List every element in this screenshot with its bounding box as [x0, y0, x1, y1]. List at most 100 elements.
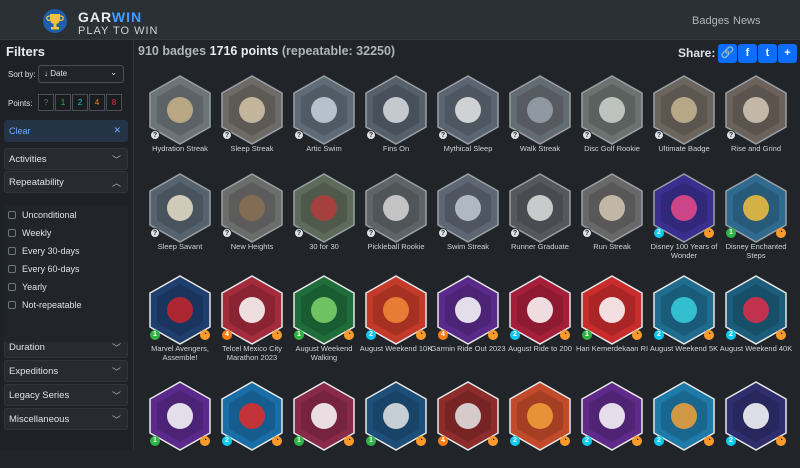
repeat-clock-icon: ◔ [776, 228, 786, 238]
badge-card[interactable]: ? Swim Streak [434, 172, 502, 260]
repeatability-option[interactable]: Unconditional [8, 210, 77, 220]
checkbox[interactable] [8, 211, 16, 219]
nav-badges-link[interactable]: Badges [692, 15, 729, 27]
filters-sidebar: Filters Sort by: ↓ Date ⌄ Points: ? 1 2 4 8 … [0, 40, 134, 450]
filter-section-legacy-series[interactable]: Legacy Series ﹀ [4, 384, 128, 406]
badge-card[interactable]: 2 ◔ [218, 380, 286, 468]
points-badge: ? [366, 130, 376, 140]
filter-section-label: Repeatability [9, 177, 64, 188]
badge-card[interactable]: 1 ◔ Marvel Avengers, Assemble! [146, 274, 214, 362]
badge-card[interactable]: 4 ◔ [434, 380, 502, 468]
filter-section-expeditions[interactable]: Expeditions ﹀ [4, 360, 128, 382]
badge-card[interactable]: ? Fins On [362, 74, 430, 162]
chevron-down-icon: ﹀ [111, 343, 121, 353]
badge-card[interactable]: 1 ◔ Disney Enchanted Steps [722, 172, 790, 260]
trophy-logo-icon[interactable] [42, 8, 68, 34]
repeat-clock-icon: ◔ [704, 436, 714, 446]
badge-label: August Weekend 5K [649, 344, 719, 353]
badge-label: Hari Kemerdekaan RI [575, 344, 649, 353]
badge-card[interactable]: 2 ◔ [650, 380, 718, 468]
summary-line: 910 badges 1716 points (repeatable: 3225… [138, 44, 395, 58]
badge-card[interactable]: ? Hydration Streak [146, 74, 214, 162]
badge-card[interactable]: 1 ◔ [146, 380, 214, 468]
filter-section-miscellaneous[interactable]: Miscellaneous ﹀ [4, 408, 128, 430]
repeatability-option[interactable]: Yearly [8, 282, 47, 292]
points-badge: 2 [654, 330, 664, 340]
repeatability-option-label: Weekly [22, 228, 52, 238]
badge-label: Sleep Savant [157, 242, 203, 251]
link-icon[interactable]: 🔗 [718, 44, 737, 63]
points-badge: ? [582, 130, 592, 140]
facebook-icon[interactable]: f [738, 44, 757, 63]
points-filter-8[interactable]: 8 [106, 94, 122, 111]
badge-card[interactable]: ? Rise and Grind [722, 74, 790, 162]
points-badge: ? [294, 130, 304, 140]
badge-card[interactable]: 1 ◔ Hari Kemerdekaan RI [576, 274, 648, 362]
badge-card[interactable]: ? 30 for 30 [290, 172, 358, 260]
repeat-clock-icon: ◔ [200, 330, 210, 340]
badge-card[interactable]: 1 ◔ [290, 380, 358, 468]
badge-card[interactable]: ? Sleep Streak [218, 74, 286, 162]
points-badge: 1 [726, 228, 736, 238]
badge-count: 910 badges [138, 44, 207, 58]
filter-section-repeatability[interactable]: Repeatability ︿ [4, 171, 128, 193]
badge-card[interactable]: 2 ◔ August Weekend 10K [360, 274, 432, 362]
points-filter-1[interactable]: 1 [55, 94, 71, 111]
checkbox[interactable] [8, 301, 16, 309]
filter-section-activities[interactable]: Activities ﹀ [4, 148, 128, 170]
badge-card[interactable]: 2 ◔ August Ride to 200 [506, 274, 574, 362]
badge-card[interactable]: 2 ◔ [578, 380, 646, 468]
checkbox[interactable] [8, 283, 16, 291]
points-filter-2[interactable]: 2 [72, 94, 88, 111]
twitter-icon[interactable]: t [758, 44, 777, 63]
repeat-clock-icon: ◔ [272, 436, 282, 446]
brand-tagline: PLAY TO WIN [78, 25, 159, 37]
points-filter-4[interactable]: 4 [89, 94, 105, 111]
badge-card[interactable]: ? Artic Swim [290, 74, 358, 162]
badge-label: 30 for 30 [309, 242, 339, 251]
badge-card[interactable]: ? Walk Streak [506, 74, 574, 162]
badge-card[interactable]: ? Ultimate Badge [650, 74, 718, 162]
close-icon[interactable]: ✕ [113, 125, 121, 136]
points-filter-unknown[interactable]: ? [38, 94, 54, 111]
badge-card[interactable]: 1 ◔ August Weekend Walking [290, 274, 358, 362]
badge-card[interactable]: ? Pickleball Rookie [362, 172, 430, 260]
badge-card[interactable]: 2 ◔ August Weekend 5K [650, 274, 718, 362]
badge-card[interactable]: 2 ◔ [506, 380, 574, 468]
points-badge: 2 [726, 330, 736, 340]
badge-card[interactable]: 1 ◔ [362, 380, 430, 468]
repeatability-option[interactable]: Weekly [8, 228, 51, 238]
repeat-clock-icon: ◔ [416, 330, 426, 340]
clear-filters-button[interactable]: Clear ✕ [4, 120, 128, 142]
repeatability-option[interactable]: Every 60-days [8, 264, 80, 274]
badge-card[interactable]: 2 ◔ [722, 380, 790, 468]
badge-card[interactable]: ? Disc Golf Rookie [578, 74, 646, 162]
filter-section-label: Legacy Series [9, 390, 70, 401]
badge-label: Sleep Streak [230, 144, 274, 153]
badge-card[interactable]: 2 ◔ Disney 100 Years of Wonder [650, 172, 718, 260]
badge-card[interactable]: ? Run Streak [578, 172, 646, 260]
badge-card[interactable]: 4 ◔ Garmin Ride Out 2023 [430, 274, 506, 362]
checkbox[interactable] [8, 265, 16, 273]
badge-card[interactable]: ? New Heights [218, 172, 286, 260]
badge-card[interactable]: ? Runner Graduate [506, 172, 574, 260]
sort-select[interactable]: ↓ Date ⌄ [38, 65, 124, 83]
badge-card[interactable]: ? Mythical Sleep [434, 74, 502, 162]
repeatability-option-label: Every 30-days [22, 246, 80, 256]
badge-label: Marvel Avengers, Assemble! [151, 344, 209, 362]
badge-label: August Weekend 40K [719, 344, 793, 353]
repeatability-option[interactable]: Not-repeatable [8, 300, 82, 310]
badge-card[interactable]: 2 ◔ August Weekend 40K [720, 274, 792, 362]
repeatability-option[interactable]: Every 30-days [8, 246, 80, 256]
points-badge: ? [222, 228, 232, 238]
repeat-clock-icon: ◔ [200, 436, 210, 446]
checkbox[interactable] [8, 247, 16, 255]
badge-label: August Weekend Walking [295, 344, 353, 362]
brand-name[interactable]: GARWIN [78, 9, 142, 25]
badge-card[interactable]: 4 ◔ Telcel Mexico City Marathon 2023 [218, 274, 286, 362]
badge-label: Swim Streak [446, 242, 490, 251]
nav-news-link[interactable]: News [733, 15, 761, 27]
plus-icon[interactable]: + [778, 44, 797, 63]
badge-card[interactable]: ? Sleep Savant [146, 172, 214, 260]
checkbox[interactable] [8, 229, 16, 237]
